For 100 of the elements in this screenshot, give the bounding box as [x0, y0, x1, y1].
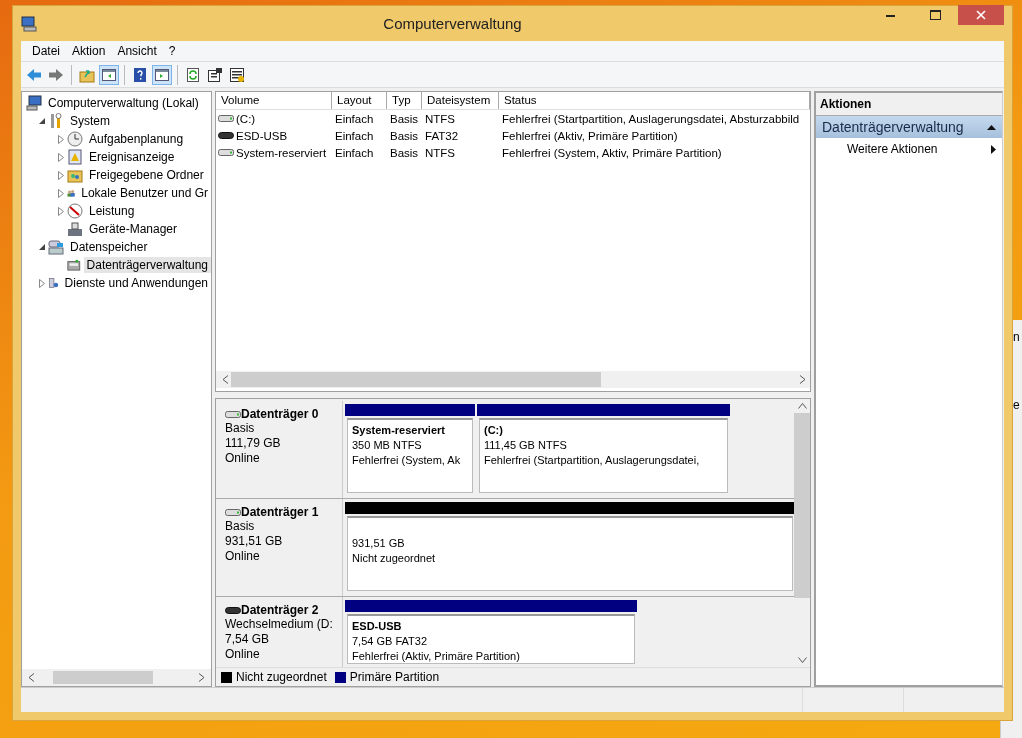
window-title: Computerverwaltung — [382, 15, 523, 32]
expand-arrow-icon[interactable] — [58, 134, 64, 144]
table-cell-text: FAT32 — [424, 129, 460, 142]
window-text: e — [1013, 398, 1020, 412]
server-icon — [48, 275, 59, 291]
scroll-left-icon — [222, 375, 229, 385]
partition-block[interactable]: ESD-USB 7,54 GB FAT32 Fehlerfrei (Aktiv, Primäre Partition) — [347, 614, 635, 665]
column-header[interactable]: Dateisystem — [422, 92, 499, 109]
tree-item[interactable]: Datenträgerverwaltung — [83, 257, 211, 273]
partition-block[interactable]: 931,51 GB Nicht zugeordnet — [347, 516, 793, 592]
minimize-icon — [886, 13, 895, 17]
horizontal-scrollbar[interactable] — [216, 371, 810, 389]
disk-detail: Online — [225, 451, 261, 467]
help-icon — [132, 66, 148, 83]
legend-label: Primäre Partition — [349, 670, 440, 684]
disk-detail: Basis — [225, 421, 256, 437]
column-header[interactable]: Layout — [332, 92, 387, 109]
table-cell-text: Einfach — [334, 112, 375, 125]
action-item[interactable]: Weitere Aktionen — [816, 138, 1002, 160]
device-icon — [67, 221, 83, 237]
expand-arrow-icon[interactable] — [39, 278, 45, 288]
partition-status: Fehlerfrei (Aktiv, Primäre Partition) — [352, 649, 520, 664]
tree-item[interactable]: Aufgabenplanung — [86, 131, 187, 147]
partition-title: ESD-USB — [352, 619, 402, 635]
submenu-arrow-icon — [991, 144, 996, 154]
drive-icon — [225, 508, 241, 517]
close-icon — [976, 10, 986, 20]
computer-icon — [26, 95, 42, 111]
scroll-right-icon — [198, 673, 205, 682]
collapse-arrow-icon[interactable] — [38, 117, 46, 125]
tree-item[interactable]: Geräte-Manager — [86, 221, 181, 237]
actions-section-header[interactable]: Datenträgerverwaltung — [816, 116, 1002, 138]
partition-size: 350 MB NTFS — [352, 438, 422, 454]
partition-size: 111,45 GB NTFS — [484, 438, 567, 454]
properties-icon — [207, 66, 223, 83]
app-icon — [21, 15, 37, 32]
scroll-left-icon — [28, 673, 35, 682]
export-list-icon — [229, 66, 245, 83]
table-cell: (C:) — [236, 112, 256, 125]
partition-title: (C:) — [484, 423, 503, 439]
clock-icon — [67, 131, 83, 147]
scroll-down-icon — [797, 657, 807, 663]
toolbar-button[interactable] — [152, 64, 172, 85]
drive-icon — [225, 410, 241, 419]
disk-detail: Online — [225, 549, 261, 565]
tree-pane-icon — [101, 66, 117, 83]
partition-title: System-reserviert — [352, 423, 445, 439]
horizontal-scrollbar[interactable] — [22, 669, 211, 686]
partition-size: 931,51 GB — [352, 536, 405, 552]
column-header[interactable]: Volume — [216, 92, 332, 109]
window-text: n — [1013, 330, 1020, 344]
tree-item[interactable]: System — [67, 113, 113, 129]
partition-block[interactable]: (C:) 111,45 GB NTFS Fehlerfrei (Startpartition, Auslagerungsdatei, — [479, 418, 728, 494]
table-cell-text: Basis — [389, 146, 420, 159]
scroll-right-icon — [799, 375, 806, 385]
menu-item[interactable]: ? — [162, 44, 182, 58]
table-cell: ESD-USB — [236, 129, 288, 142]
partition-block[interactable]: System-reserviert 350 MB NTFS Fehlerfrei (System, Ak — [347, 418, 473, 494]
forward-arrow-icon — [48, 66, 64, 83]
drive-icon — [218, 148, 234, 157]
disk-name: Datenträger 1 — [241, 505, 319, 520]
table-cell-text: Fehlerfrei (System, Aktiv, Primäre Partition) — [501, 146, 723, 159]
drive-icon — [225, 606, 241, 615]
tree-item[interactable]: Dienste und Anwendungen — [61, 275, 211, 291]
partition-size: 7,54 GB FAT32 — [352, 634, 427, 650]
tree-item[interactable]: Leistung — [86, 203, 138, 219]
toolbar-button[interactable] — [99, 64, 119, 85]
disk-name: Datenträger 2 — [241, 603, 319, 618]
back-arrow-icon — [26, 66, 42, 83]
collapse-arrow-icon[interactable] — [38, 243, 46, 251]
drive-icon — [218, 131, 234, 140]
expand-arrow-icon[interactable] — [58, 206, 64, 216]
legend-label: Nicht zugeordnet — [236, 670, 327, 684]
tree-item[interactable]: Datenspeicher — [67, 239, 151, 255]
disk-detail: Basis — [225, 519, 256, 535]
menu-item[interactable]: Ansicht — [111, 44, 163, 58]
column-header[interactable]: Typ — [387, 92, 422, 109]
partition-status: Nicht zugeordnet — [352, 551, 436, 567]
tree-item[interactable]: Freigegebene Ordner — [86, 167, 207, 183]
disk-detail: 111,79 GB — [225, 436, 282, 452]
expand-arrow-icon[interactable] — [58, 188, 64, 198]
column-header[interactable]: Status — [499, 92, 810, 109]
tools-icon — [48, 113, 64, 129]
disk-name: Datenträger 0 — [241, 407, 319, 422]
disk-drive-icon — [67, 257, 81, 273]
tree-item[interactable]: Computerverwaltung (Lokal) — [45, 95, 202, 111]
table-cell-text: Einfach — [334, 146, 375, 159]
scroll-up-icon — [797, 403, 807, 410]
menu-item[interactable]: Datei — [26, 44, 66, 58]
tree-item[interactable]: Lokale Benutzer und Gr — [78, 185, 211, 201]
tree-item[interactable]: Ereignisanzeige — [86, 149, 178, 165]
expand-arrow-icon[interactable] — [58, 170, 64, 180]
menu-item[interactable]: Aktion — [66, 44, 112, 58]
action-pane-icon — [154, 66, 170, 83]
refresh-icon — [185, 66, 201, 83]
disk-detail: 931,51 GB — [225, 534, 284, 550]
expand-arrow-icon[interactable] — [58, 152, 64, 162]
table-cell-text: Basis — [389, 112, 420, 125]
disk-detail: 7,54 GB — [225, 632, 271, 648]
table-cell-text: NTFS — [424, 146, 457, 159]
